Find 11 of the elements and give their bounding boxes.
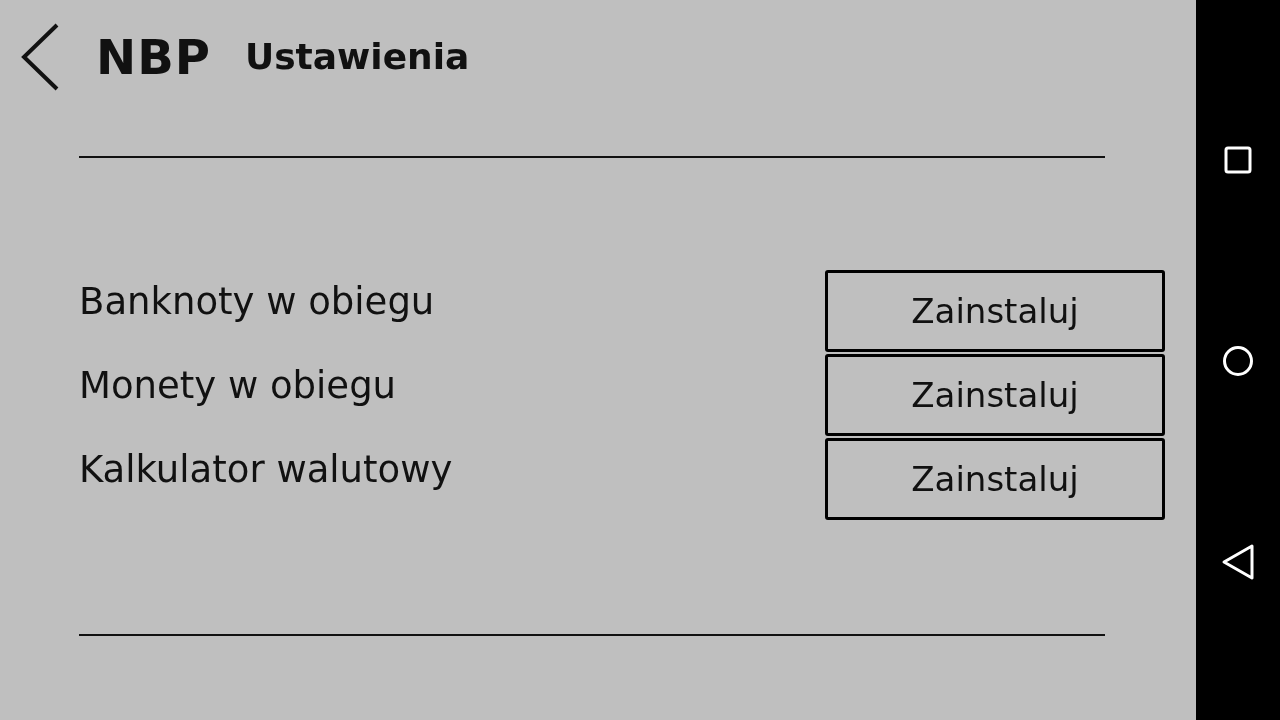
page-title: Ustawienia — [244, 35, 470, 79]
back-icon[interactable] — [20, 23, 60, 91]
install-button[interactable]: Zainstaluj — [825, 438, 1165, 520]
logo: NBP — [96, 28, 211, 87]
install-button[interactable]: Zainstaluj — [825, 354, 1165, 436]
setting-label: Banknoty w obiegu — [78, 279, 435, 325]
setting-label: Monety w obiegu — [78, 363, 397, 409]
recents-icon[interactable] — [1224, 146, 1252, 174]
install-button[interactable]: Zainstaluj — [825, 270, 1165, 352]
setting-label: Kalkulator walutowy — [78, 447, 453, 493]
home-icon[interactable] — [1222, 345, 1254, 377]
